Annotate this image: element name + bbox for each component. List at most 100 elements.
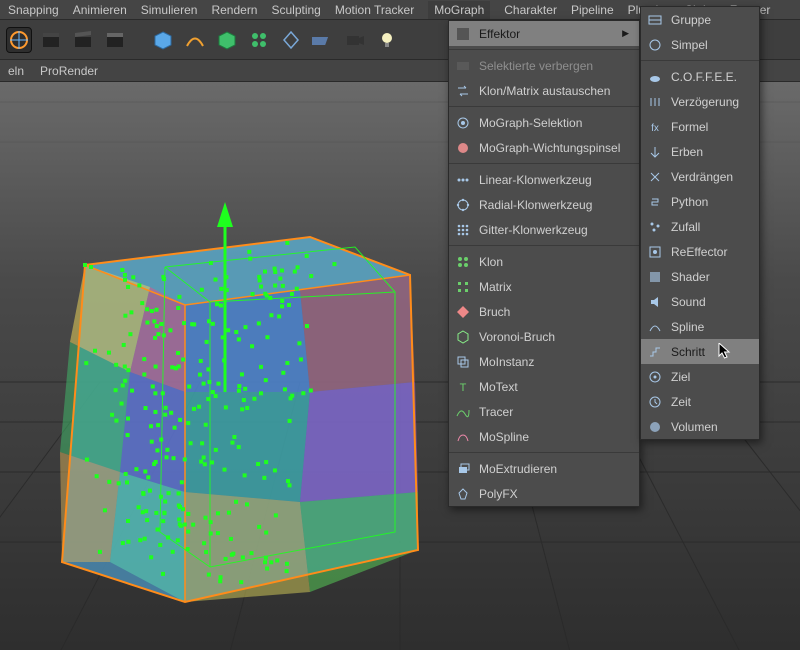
effector-ziel[interactable]: Ziel bbox=[641, 364, 759, 389]
tool-symmetry[interactable] bbox=[278, 27, 304, 53]
effector-reeffector[interactable]: ReEffector bbox=[641, 239, 759, 264]
menu-item-label: Sound bbox=[671, 295, 749, 309]
menu-item-mospline[interactable]: MoSpline bbox=[449, 424, 639, 449]
menu-charakter[interactable]: Charakter bbox=[504, 3, 557, 17]
tool-floor[interactable] bbox=[310, 27, 336, 53]
menu-item-radial-klonwerkzeug[interactable]: Radial-Klonwerkzeug bbox=[449, 192, 639, 217]
tool-array[interactable] bbox=[246, 27, 272, 53]
menu-item-moextrudieren[interactable]: MoExtrudieren bbox=[449, 456, 639, 481]
tool-cube-prim[interactable] bbox=[150, 27, 176, 53]
menu-motion-tracker[interactable]: Motion Tracker bbox=[335, 3, 414, 17]
spline-icon bbox=[647, 319, 663, 335]
effector-zufall[interactable]: Zufall bbox=[641, 214, 759, 239]
menu-item-label: Klon bbox=[479, 255, 629, 269]
step-icon bbox=[647, 344, 663, 360]
menu-rendern[interactable]: Rendern bbox=[211, 3, 257, 17]
tool-camera[interactable] bbox=[342, 27, 368, 53]
polyfx-icon bbox=[455, 486, 471, 502]
tool-light[interactable] bbox=[374, 27, 400, 53]
volume-icon bbox=[647, 419, 663, 435]
tab-prorender[interactable]: ProRender bbox=[40, 64, 98, 78]
reeffector-icon bbox=[647, 244, 663, 260]
voronoi-icon bbox=[455, 329, 471, 345]
menu-item-effektor[interactable]: Effektor▶ bbox=[449, 21, 639, 46]
menu-separator bbox=[449, 245, 639, 246]
effector-gruppe[interactable]: Gruppe bbox=[641, 7, 759, 32]
menu-mograph[interactable]: MoGraph bbox=[428, 1, 490, 19]
selection-icon bbox=[455, 115, 471, 131]
menu-item-klon[interactable]: Klon bbox=[449, 249, 639, 274]
menu-separator bbox=[449, 163, 639, 164]
menu-item-mograph-wichtungspinsel[interactable]: MoGraph-Wichtungspinsel bbox=[449, 135, 639, 160]
svg-text:fx: fx bbox=[651, 123, 659, 134]
effector-zeit[interactable]: Zeit bbox=[641, 389, 759, 414]
effector-python[interactable]: Python bbox=[641, 189, 759, 214]
mouse-cursor bbox=[718, 343, 732, 361]
menu-item-linear-klonwerkzeug[interactable]: Linear-Klonwerkzeug bbox=[449, 167, 639, 192]
tool-clapper3[interactable] bbox=[102, 27, 128, 53]
menu-item-label: Tracer bbox=[479, 405, 629, 419]
menu-item-selektierte-verbergen[interactable]: Selektierte verbergen bbox=[449, 53, 639, 78]
tool-deformer[interactable] bbox=[214, 27, 240, 53]
menu-item-label: Zeit bbox=[671, 395, 749, 409]
menu-item-label: Simpel bbox=[671, 38, 749, 52]
effector-verdr-ngen[interactable]: Verdrängen bbox=[641, 164, 759, 189]
menu-item-label: Python bbox=[671, 195, 749, 209]
effector-c-o-f-f-e-e-[interactable]: C.O.F.F.E.E. bbox=[641, 64, 759, 89]
menu-item-gitter-klonwerkzeug[interactable]: Gitter-Klonwerkzeug bbox=[449, 217, 639, 242]
menu-item-moinstanz[interactable]: MoInstanz bbox=[449, 349, 639, 374]
effector-formel[interactable]: fx Formel bbox=[641, 114, 759, 139]
instance-icon bbox=[455, 354, 471, 370]
clone-icon bbox=[455, 254, 471, 270]
menu-item-label: Shader bbox=[671, 270, 749, 284]
tool-clapper2[interactable] bbox=[70, 27, 96, 53]
menu-item-voronoi-bruch[interactable]: Voronoi-Bruch bbox=[449, 324, 639, 349]
group-icon bbox=[647, 12, 663, 28]
menu-item-matrix[interactable]: Matrix bbox=[449, 274, 639, 299]
tool-clapper1[interactable] bbox=[38, 27, 64, 53]
simple-icon bbox=[647, 37, 663, 53]
shader-icon bbox=[647, 269, 663, 285]
menu-separator bbox=[449, 452, 639, 453]
text-icon: T bbox=[455, 379, 471, 395]
effector-schritt[interactable]: Schritt bbox=[641, 339, 759, 364]
menu-item-label: Voronoi-Bruch bbox=[479, 330, 629, 344]
menu-item-bruch[interactable]: Bruch bbox=[449, 299, 639, 324]
effector-sound[interactable]: Sound bbox=[641, 289, 759, 314]
menu-animieren[interactable]: Animieren bbox=[73, 3, 127, 17]
tool-live-select[interactable] bbox=[6, 27, 32, 53]
menu-separator bbox=[641, 60, 759, 61]
menu-item-label: ReEffector bbox=[671, 245, 749, 259]
effector-erben[interactable]: Erben bbox=[641, 139, 759, 164]
push-icon bbox=[647, 169, 663, 185]
menu-item-motext[interactable]: TMoText bbox=[449, 374, 639, 399]
menu-item-mograph-selektion[interactable]: MoGraph-Selektion bbox=[449, 110, 639, 135]
grid-icon bbox=[455, 222, 471, 238]
tracer-icon bbox=[455, 404, 471, 420]
menu-sculpting[interactable]: Sculpting bbox=[271, 3, 320, 17]
tab-standard[interactable]: eln bbox=[8, 64, 24, 78]
menu-simulieren[interactable]: Simulieren bbox=[141, 3, 198, 17]
effector-shader[interactable]: Shader bbox=[641, 264, 759, 289]
menu-item-label: MoGraph-Wichtungspinsel bbox=[479, 141, 629, 155]
radial-icon bbox=[455, 197, 471, 213]
tool-spline-prim[interactable] bbox=[182, 27, 208, 53]
effector-spline[interactable]: Spline bbox=[641, 314, 759, 339]
menu-item-label: Linear-Klonwerkzeug bbox=[479, 173, 629, 187]
effector-volumen[interactable]: Volumen bbox=[641, 414, 759, 439]
menu-item-label: Gruppe bbox=[671, 13, 749, 27]
effector-submenu: Gruppe Simpel C.O.F.F.E.E.Verzögerung fx For… bbox=[640, 6, 760, 440]
effector-icon bbox=[455, 26, 471, 42]
menu-item-label: Formel bbox=[671, 120, 749, 134]
delay-icon bbox=[647, 94, 663, 110]
menu-item-tracer[interactable]: Tracer bbox=[449, 399, 639, 424]
menu-pipeline[interactable]: Pipeline bbox=[571, 3, 614, 17]
menu-item-label: PolyFX bbox=[479, 487, 629, 501]
menu-item-klon-matrix-austauschen[interactable]: Klon/Matrix austauschen bbox=[449, 78, 639, 103]
effector-verz-gerung[interactable]: Verzögerung bbox=[641, 89, 759, 114]
menu-item-polyfx[interactable]: PolyFX bbox=[449, 481, 639, 506]
menu-item-label: Erben bbox=[671, 145, 749, 159]
menu-snapping[interactable]: Snapping bbox=[8, 3, 59, 17]
formula-icon: fx bbox=[647, 119, 663, 135]
effector-simpel[interactable]: Simpel bbox=[641, 32, 759, 57]
